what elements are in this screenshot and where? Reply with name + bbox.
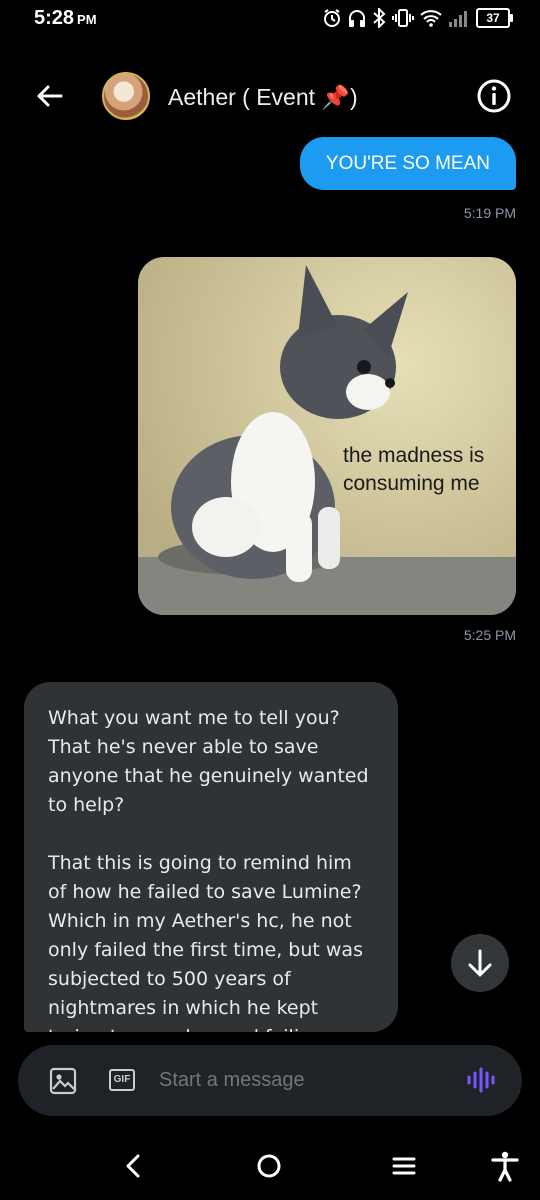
clock: 5:28 (34, 7, 75, 29)
message-paragraph: What you want me to tell you? That he's … (48, 707, 369, 816)
nav-back-icon[interactable] (116, 1148, 152, 1184)
caption-line: consuming me (343, 472, 480, 495)
status-bar: 5:28 PM 37 (0, 0, 540, 40)
message-timestamp: 5:25 PM (463, 627, 516, 643)
scroll-to-bottom-button[interactable] (451, 934, 509, 992)
conversation-header: Aether ( Event 📌) (0, 62, 540, 132)
message-composer: GIF Start a message (18, 1045, 522, 1116)
accessibility-icon[interactable] (487, 1148, 523, 1184)
status-time: 5:28 PM (34, 7, 97, 30)
wifi-icon (420, 10, 442, 27)
headphones-icon (349, 10, 365, 27)
signal-icon (449, 11, 467, 27)
alarm-icon (324, 9, 340, 27)
back-arrow-icon[interactable] (30, 76, 70, 116)
voice-icon[interactable] (466, 1065, 496, 1095)
avatar[interactable] (102, 72, 150, 120)
sent-message-bubble[interactable]: YOU'RE SO MEAN (299, 137, 516, 190)
nav-home-icon[interactable] (251, 1148, 287, 1184)
gif-icon[interactable]: GIF (109, 1069, 135, 1091)
vibrate-icon (392, 9, 414, 27)
sent-image-message[interactable]: the madness is consuming me (138, 257, 516, 615)
received-message-bubble[interactable]: What you want me to tell you? That he's … (24, 682, 398, 1032)
message-timestamp: 5:19 PM (463, 205, 516, 221)
message-paragraph: That this is going to remind him of how … (48, 852, 363, 1032)
arrow-down-icon (468, 949, 492, 977)
bluetooth-icon (373, 8, 386, 28)
image-icon[interactable] (49, 1067, 77, 1095)
image-caption: the madness is consuming me (343, 442, 484, 498)
caption-line: the madness is (343, 444, 485, 467)
conversation-title[interactable]: Aether ( Event 📌) (168, 84, 358, 111)
battery-indicator: 37 (476, 8, 513, 28)
kitten-image (138, 257, 516, 615)
status-icons: 37 (322, 8, 513, 28)
message-input[interactable]: Start a message (159, 1069, 305, 1092)
system-navigation-bar (0, 1130, 540, 1200)
info-icon[interactable] (474, 76, 514, 116)
nav-recents-icon[interactable] (386, 1148, 422, 1184)
clock-ampm: PM (77, 12, 97, 27)
